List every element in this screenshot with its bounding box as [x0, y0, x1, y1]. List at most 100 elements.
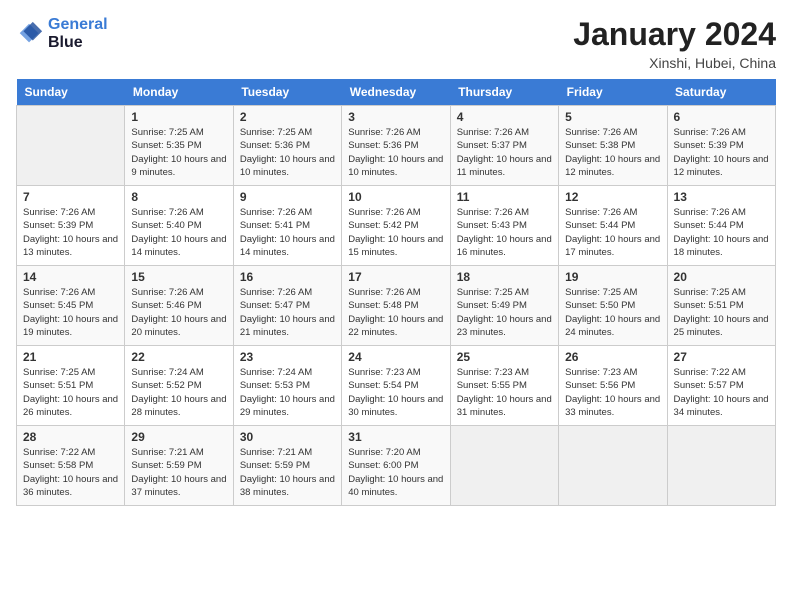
- day-info: Sunrise: 7:20 AMSunset: 6:00 PMDaylight:…: [348, 446, 443, 499]
- day-info: Sunrise: 7:21 AMSunset: 5:59 PMDaylight:…: [240, 446, 335, 499]
- day-info: Sunrise: 7:26 AMSunset: 5:40 PMDaylight:…: [131, 206, 226, 259]
- calendar-cell: 22 Sunrise: 7:24 AMSunset: 5:52 PMDayligh…: [125, 346, 233, 426]
- day-number: 4: [457, 110, 552, 124]
- day-info: Sunrise: 7:26 AMSunset: 5:41 PMDaylight:…: [240, 206, 335, 259]
- logo-text: General Blue: [48, 16, 108, 52]
- weekday-header-sunday: Sunday: [17, 79, 125, 106]
- calendar-cell: 10 Sunrise: 7:26 AMSunset: 5:42 PMDayligh…: [342, 186, 450, 266]
- calendar-cell: 15 Sunrise: 7:26 AMSunset: 5:46 PMDayligh…: [125, 266, 233, 346]
- day-info: Sunrise: 7:22 AMSunset: 5:57 PMDaylight:…: [674, 366, 769, 419]
- calendar-cell: 11Sunrise: 7:26 AMSunset: 5:43 PMDayligh…: [450, 186, 558, 266]
- weekday-header-friday: Friday: [559, 79, 667, 106]
- day-number: 29: [131, 430, 226, 444]
- calendar-cell: 14 Sunrise: 7:26 AMSunset: 5:45 PMDayligh…: [17, 266, 125, 346]
- calendar-cell: 20 Sunrise: 7:25 AMSunset: 5:51 PMDayligh…: [667, 266, 775, 346]
- calendar-week-4: 21 Sunrise: 7:25 AMSunset: 5:51 PMDayligh…: [17, 346, 776, 426]
- day-info: Sunrise: 7:26 AMSunset: 5:38 PMDaylight:…: [565, 126, 660, 179]
- day-number: 9: [240, 190, 335, 204]
- calendar-cell: 7 Sunrise: 7:26 AMSunset: 5:39 PMDaylight…: [17, 186, 125, 266]
- title-block: January 2024 Xinshi, Hubei, China: [573, 16, 776, 71]
- month-title: January 2024: [573, 16, 776, 53]
- calendar-cell: 2 Sunrise: 7:25 AMSunset: 5:36 PMDaylight…: [233, 106, 341, 186]
- day-info: Sunrise: 7:25 AMSunset: 5:35 PMDaylight:…: [131, 126, 226, 179]
- calendar-cell: 17 Sunrise: 7:26 AMSunset: 5:48 PMDayligh…: [342, 266, 450, 346]
- calendar-week-2: 7 Sunrise: 7:26 AMSunset: 5:39 PMDaylight…: [17, 186, 776, 266]
- calendar-cell: 29Sunrise: 7:21 AMSunset: 5:59 PMDayligh…: [125, 426, 233, 506]
- day-number: 18: [457, 270, 552, 284]
- day-number: 6: [674, 110, 769, 124]
- day-number: 13: [674, 190, 769, 204]
- day-number: 28: [23, 430, 118, 444]
- weekday-header-tuesday: Tuesday: [233, 79, 341, 106]
- day-number: 17: [348, 270, 443, 284]
- day-info: Sunrise: 7:25 AMSunset: 5:49 PMDaylight:…: [457, 286, 552, 339]
- page-header: General Blue January 2024 Xinshi, Hubei,…: [16, 16, 776, 71]
- calendar-header: SundayMondayTuesdayWednesdayThursdayFrid…: [17, 79, 776, 106]
- logo: General Blue: [16, 16, 108, 52]
- day-info: Sunrise: 7:26 AMSunset: 5:47 PMDaylight:…: [240, 286, 335, 339]
- calendar-cell: 4 Sunrise: 7:26 AMSunset: 5:37 PMDaylight…: [450, 106, 558, 186]
- calendar-cell: 1 Sunrise: 7:25 AMSunset: 5:35 PMDaylight…: [125, 106, 233, 186]
- day-number: 20: [674, 270, 769, 284]
- day-info: Sunrise: 7:26 AMSunset: 5:46 PMDaylight:…: [131, 286, 226, 339]
- day-number: 8: [131, 190, 226, 204]
- calendar-week-5: 28Sunrise: 7:22 AMSunset: 5:58 PMDayligh…: [17, 426, 776, 506]
- day-number: 25: [457, 350, 552, 364]
- logo-icon: [16, 20, 44, 48]
- day-number: 12: [565, 190, 660, 204]
- calendar-cell: [450, 426, 558, 506]
- calendar-week-1: 1 Sunrise: 7:25 AMSunset: 5:35 PMDaylight…: [17, 106, 776, 186]
- day-info: Sunrise: 7:26 AMSunset: 5:45 PMDaylight:…: [23, 286, 118, 339]
- day-number: 3: [348, 110, 443, 124]
- day-number: 19: [565, 270, 660, 284]
- calendar-cell: [17, 106, 125, 186]
- day-info: Sunrise: 7:26 AMSunset: 5:39 PMDaylight:…: [23, 206, 118, 259]
- calendar-cell: 31 Sunrise: 7:20 AMSunset: 6:00 PMDayligh…: [342, 426, 450, 506]
- calendar-cell: 5 Sunrise: 7:26 AMSunset: 5:38 PMDaylight…: [559, 106, 667, 186]
- day-info: Sunrise: 7:25 AMSunset: 5:36 PMDaylight:…: [240, 126, 335, 179]
- calendar-table: SundayMondayTuesdayWednesdayThursdayFrid…: [16, 79, 776, 506]
- calendar-cell: 19 Sunrise: 7:25 AMSunset: 5:50 PMDayligh…: [559, 266, 667, 346]
- calendar-cell: 13Sunrise: 7:26 AMSunset: 5:44 PMDayligh…: [667, 186, 775, 266]
- day-info: Sunrise: 7:26 AMSunset: 5:44 PMDaylight:…: [565, 206, 660, 259]
- calendar-cell: 6Sunrise: 7:26 AMSunset: 5:39 PMDaylight…: [667, 106, 775, 186]
- calendar-cell: 26Sunrise: 7:23 AMSunset: 5:56 PMDayligh…: [559, 346, 667, 426]
- calendar-cell: 18 Sunrise: 7:25 AMSunset: 5:49 PMDayligh…: [450, 266, 558, 346]
- day-number: 31: [348, 430, 443, 444]
- day-number: 24: [348, 350, 443, 364]
- calendar-cell: 3 Sunrise: 7:26 AMSunset: 5:36 PMDaylight…: [342, 106, 450, 186]
- day-number: 15: [131, 270, 226, 284]
- day-number: 7: [23, 190, 118, 204]
- day-number: 21: [23, 350, 118, 364]
- calendar-cell: [559, 426, 667, 506]
- day-info: Sunrise: 7:26 AMSunset: 5:48 PMDaylight:…: [348, 286, 443, 339]
- location: Xinshi, Hubei, China: [573, 55, 776, 71]
- day-info: Sunrise: 7:26 AMSunset: 5:37 PMDaylight:…: [457, 126, 552, 179]
- day-number: 11: [457, 190, 552, 204]
- calendar-cell: 16 Sunrise: 7:26 AMSunset: 5:47 PMDayligh…: [233, 266, 341, 346]
- day-number: 10: [348, 190, 443, 204]
- calendar-cell: 9 Sunrise: 7:26 AMSunset: 5:41 PMDaylight…: [233, 186, 341, 266]
- day-info: Sunrise: 7:25 AMSunset: 5:50 PMDaylight:…: [565, 286, 660, 339]
- day-info: Sunrise: 7:26 AMSunset: 5:42 PMDaylight:…: [348, 206, 443, 259]
- weekday-header-wednesday: Wednesday: [342, 79, 450, 106]
- day-info: Sunrise: 7:23 AMSunset: 5:56 PMDaylight:…: [565, 366, 660, 419]
- day-number: 27: [674, 350, 769, 364]
- day-info: Sunrise: 7:25 AMSunset: 5:51 PMDaylight:…: [674, 286, 769, 339]
- calendar-week-3: 14 Sunrise: 7:26 AMSunset: 5:45 PMDayligh…: [17, 266, 776, 346]
- day-info: Sunrise: 7:26 AMSunset: 5:36 PMDaylight:…: [348, 126, 443, 179]
- day-number: 16: [240, 270, 335, 284]
- day-number: 5: [565, 110, 660, 124]
- day-info: Sunrise: 7:25 AMSunset: 5:51 PMDaylight:…: [23, 366, 118, 419]
- day-number: 1: [131, 110, 226, 124]
- day-info: Sunrise: 7:24 AMSunset: 5:52 PMDaylight:…: [131, 366, 226, 419]
- day-number: 14: [23, 270, 118, 284]
- day-number: 2: [240, 110, 335, 124]
- calendar-cell: 12 Sunrise: 7:26 AMSunset: 5:44 PMDayligh…: [559, 186, 667, 266]
- calendar-cell: 23Sunrise: 7:24 AMSunset: 5:53 PMDayligh…: [233, 346, 341, 426]
- day-info: Sunrise: 7:23 AMSunset: 5:55 PMDaylight:…: [457, 366, 552, 419]
- day-number: 22: [131, 350, 226, 364]
- day-info: Sunrise: 7:24 AMSunset: 5:53 PMDaylight:…: [240, 366, 335, 419]
- calendar-cell: 30Sunrise: 7:21 AMSunset: 5:59 PMDayligh…: [233, 426, 341, 506]
- calendar-cell: 8 Sunrise: 7:26 AMSunset: 5:40 PMDaylight…: [125, 186, 233, 266]
